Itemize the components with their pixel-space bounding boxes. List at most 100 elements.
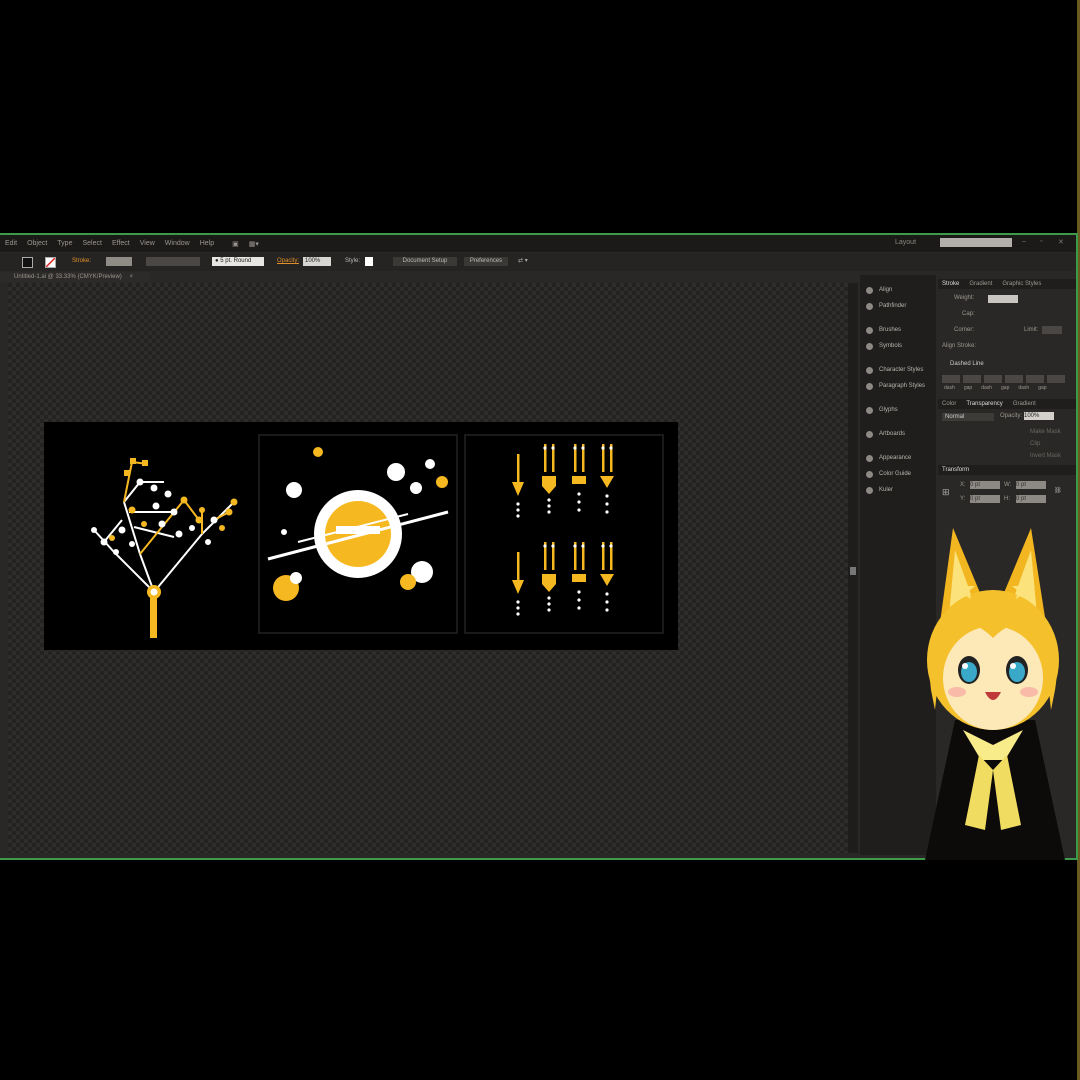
gap-field[interactable] <box>963 375 981 383</box>
menu-window[interactable]: Window <box>160 240 195 247</box>
symbols-icon <box>866 342 873 350</box>
tab-transform[interactable]: Transform <box>942 465 969 475</box>
panel-brushes-label: Brushes <box>879 327 902 333</box>
artwork-planet[interactable] <box>258 434 458 634</box>
panel-kuler[interactable]: Kuler <box>866 485 893 495</box>
panel-brushes[interactable]: Brushes <box>866 325 901 335</box>
artboard[interactable] <box>44 422 678 650</box>
h-label: H: <box>1004 496 1010 502</box>
dash-field[interactable] <box>942 375 960 383</box>
constrain-link-icon[interactable]: ⛓ <box>1054 487 1062 494</box>
panel-color-guide-label: Color Guide <box>879 471 912 477</box>
panel-character-styles[interactable]: Character Styles <box>866 365 923 375</box>
tab-transparency[interactable]: Transparency <box>966 399 1002 409</box>
vertical-scrollbar[interactable] <box>848 283 858 853</box>
menu-select[interactable]: Select <box>77 240 106 247</box>
scrollbar-thumb[interactable] <box>850 567 856 575</box>
preferences-button[interactable]: Preferences <box>464 257 508 266</box>
artboards-icon <box>866 430 873 438</box>
weight-label: Weight: <box>954 295 975 301</box>
panel-glyphs[interactable]: Glyphs <box>866 405 898 415</box>
panel-symbols-label: Symbols <box>879 343 903 349</box>
style-swatch[interactable] <box>365 257 373 266</box>
tab-gradient[interactable]: Gradient <box>969 279 992 289</box>
transparency-panel-tabs: Color Transparency Gradient <box>938 399 1076 409</box>
panel-pathfinder[interactable]: Pathfinder <box>866 301 906 311</box>
stroke-label[interactable]: Stroke: <box>72 257 91 266</box>
limit-field[interactable] <box>1042 326 1062 334</box>
menu-effect[interactable]: Effect <box>107 240 135 247</box>
tab-color[interactable]: Color <box>942 399 956 409</box>
panel-paragraph-styles[interactable]: Paragraph Styles <box>866 381 925 391</box>
minimize-icon[interactable]: – <box>1022 238 1032 246</box>
fill-swatch[interactable] <box>22 257 33 268</box>
document-tab[interactable]: Untitled-1.ai @ 33.33% (CMYK/Preview) × <box>0 272 150 282</box>
dash-field[interactable] <box>1026 375 1044 383</box>
appearance-icon <box>866 454 873 462</box>
make-mask-button[interactable]: Make Mask <box>1030 429 1061 435</box>
tab-stroke[interactable]: Stroke <box>942 279 959 289</box>
tab-graphic-styles[interactable]: Graphic Styles <box>1002 279 1041 289</box>
w-field[interactable]: 0 pt <box>1016 481 1046 489</box>
transparency-opacity-field[interactable]: 100% <box>1024 412 1054 420</box>
variable-width-field[interactable] <box>146 257 200 266</box>
stroke-swatch[interactable] <box>45 257 56 268</box>
brush-definition[interactable]: ● 5 pt. Round <box>212 257 264 266</box>
kuler-icon <box>866 486 873 494</box>
weight-field[interactable] <box>988 295 1018 303</box>
character-styles-icon <box>866 366 873 374</box>
gap-field[interactable] <box>1047 375 1065 383</box>
menu-help[interactable]: Help <box>195 240 219 247</box>
panel-appearance[interactable]: Appearance <box>866 453 911 463</box>
menu-view[interactable]: View <box>135 240 160 247</box>
bridge-icon[interactable]: ▣ <box>227 240 244 248</box>
opacity-field[interactable]: 100% <box>303 257 331 266</box>
gap-label: gap <box>1038 385 1047 391</box>
artwork-circuit-tree[interactable] <box>84 442 254 642</box>
document-setup-button[interactable]: Document Setup <box>393 257 457 266</box>
arrange-icon[interactable]: ⇄ ▾ <box>518 257 528 266</box>
dash-label: dash <box>1018 385 1030 391</box>
invert-mask-checkbox[interactable]: Invert Mask <box>1030 453 1061 459</box>
workspace-switcher[interactable]: Layout <box>895 239 916 246</box>
vtuber-mascot <box>925 528 1065 860</box>
stroke-weight-field[interactable] <box>106 257 132 266</box>
panel-align-label: Align <box>879 287 893 293</box>
brush-label: 5 pt. Round <box>220 258 252 264</box>
dash-labels: dash gap dash gap dash gap <box>944 385 1047 391</box>
h-field[interactable]: 0 pt <box>1016 495 1046 503</box>
w-label: W: <box>1004 482 1012 488</box>
arrange-documents-icon[interactable]: ▦▾ <box>244 240 264 248</box>
close-tab-icon[interactable]: × <box>129 274 133 280</box>
menu-object[interactable]: Object <box>22 240 52 247</box>
style-label: Style: <box>345 258 361 264</box>
glyphs-icon <box>866 406 873 414</box>
transform-panel-tabs: Transform <box>938 465 1076 475</box>
tab-gradient-2[interactable]: Gradient <box>1013 399 1036 409</box>
panel-pathfinder-label: Pathfinder <box>879 303 907 309</box>
panel-glyphs-label: Glyphs <box>879 407 898 413</box>
dashed-line-label[interactable]: Dashed Line <box>950 361 984 367</box>
x-field[interactable]: 0 pt <box>970 481 1000 489</box>
panel-artboards[interactable]: Artboards <box>866 429 905 439</box>
gap-field[interactable] <box>1005 375 1023 383</box>
close-icon[interactable]: ✕ <box>1058 238 1068 246</box>
panel-appearance-label: Appearance <box>879 455 912 461</box>
menu-type[interactable]: Type <box>52 240 77 247</box>
panel-symbols[interactable]: Symbols <box>866 341 902 351</box>
panel-color-guide[interactable]: Color Guide <box>866 469 911 479</box>
y-field[interactable]: 0 pt <box>970 495 1000 503</box>
maximize-icon[interactable]: ▫ <box>1040 238 1050 246</box>
panel-paragraph-styles-label: Paragraph Styles <box>879 383 926 389</box>
dash-field[interactable] <box>984 375 1002 383</box>
reference-point-icon[interactable]: ⊞ <box>942 487 950 498</box>
opacity-label[interactable]: Opacity: <box>277 257 299 266</box>
menu-edit[interactable]: Edit <box>0 240 22 247</box>
panel-align[interactable]: Align <box>866 285 892 295</box>
y-label: Y: <box>960 496 966 502</box>
clip-checkbox[interactable]: Clip <box>1030 441 1040 447</box>
artwork-tuning-forks[interactable] <box>464 434 664 634</box>
document-tab-label: Untitled-1.ai @ 33.33% (CMYK/Preview) <box>14 274 122 280</box>
search-input[interactable] <box>940 238 1012 247</box>
blend-mode-select[interactable]: Normal <box>942 413 994 421</box>
